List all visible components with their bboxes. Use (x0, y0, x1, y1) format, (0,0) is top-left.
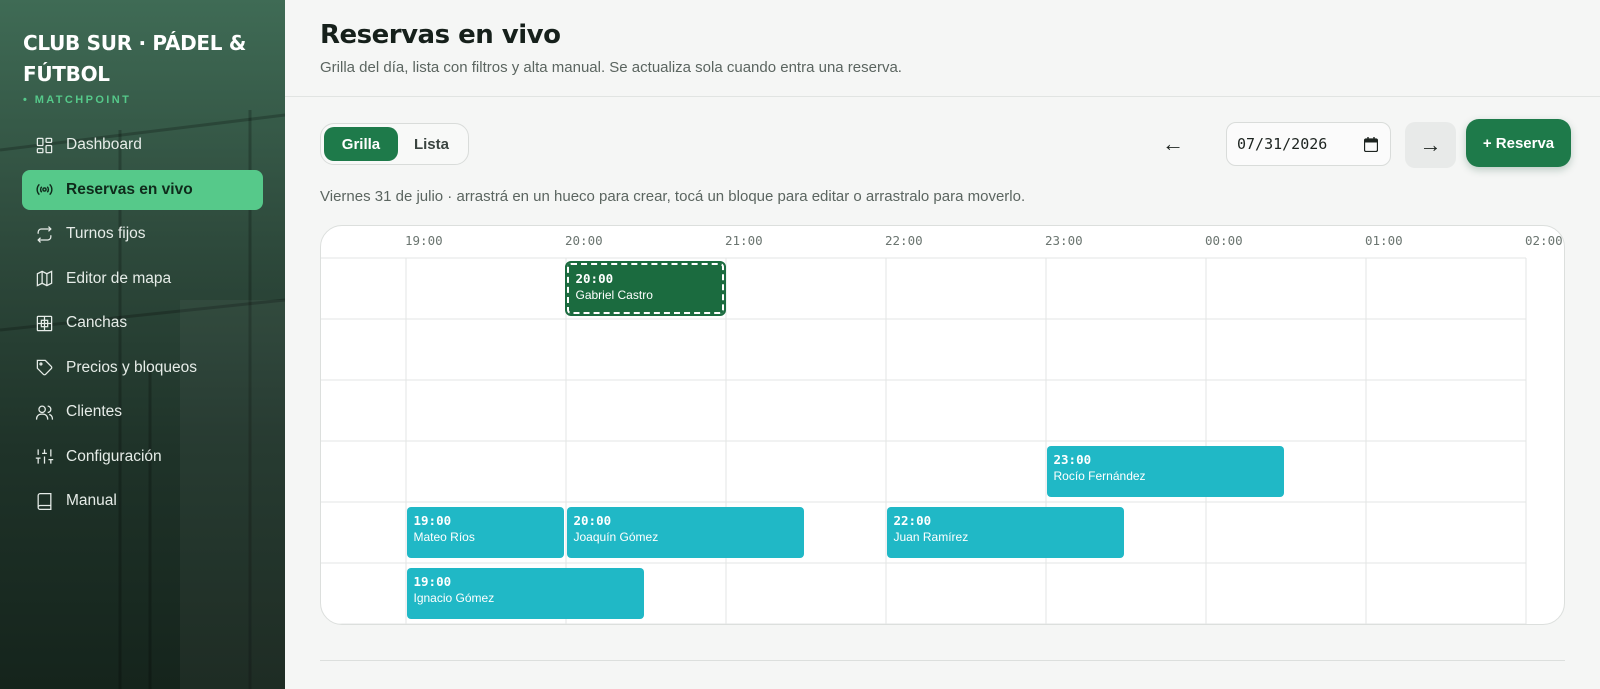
book-icon (37, 492, 52, 510)
schedule-grid[interactable]: 19:00 20:00 21:00 22:00 23:00 00:00 01:00 02:00… (320, 225, 1565, 625)
booking-client-name: Rocío Fernández (1053, 469, 1146, 483)
users-icon (35, 405, 54, 420)
booking-time: 20:00 (573, 513, 612, 528)
calendar-icon[interactable] (1364, 137, 1378, 152)
view-toggle: Grilla Lista (320, 123, 469, 165)
sidebar-item-turnos-fijos[interactable]: Turnos fijos (22, 214, 263, 254)
sidebar-item-label: Precios y bloqueos (66, 358, 197, 376)
page-title: Reservas en vivo (320, 20, 561, 50)
booking-block[interactable]: 19:00 Mateo Ríos (406, 507, 564, 558)
sidebar-item-dashboard[interactable]: Dashboard (22, 125, 263, 165)
hour-label: 23:00 (1045, 233, 1083, 248)
add-booking-button[interactable]: + Reserva (1466, 119, 1571, 167)
booking-time: 20:00 (575, 271, 614, 286)
hour-label: 01:00 (1365, 233, 1403, 248)
hour-label: 20:00 (565, 233, 603, 248)
sidebar-item-label: Manual (66, 492, 117, 509)
hour-label: 00:00 (1205, 233, 1243, 248)
view-grid-button[interactable]: Grilla (324, 127, 398, 161)
court-icon (36, 315, 53, 331)
sidebar-item-label: Dashboard (66, 136, 142, 153)
hour-label: 22:00 (885, 233, 923, 248)
next-day-button[interactable]: → (1405, 122, 1456, 168)
brand-subtitle: • MATCHPOINT (23, 94, 132, 106)
sidebar-item-label: Clientes (66, 403, 122, 420)
booking-client-name: Mateo Ríos (413, 530, 475, 544)
sidebar-item-editor-de-mapa[interactable]: Editor de mapa (22, 259, 263, 299)
sidebar-nav: Dashboard Reservas en vivo Turnos fijos … (22, 125, 263, 526)
booking-time: 19:00 (413, 513, 452, 528)
sidebar-item-configuracion[interactable]: Configuración (22, 437, 263, 477)
booking-block[interactable]: 20:00 Gabriel Castro (564, 261, 726, 316)
sidebar-item-clientes[interactable]: Clientes (22, 392, 263, 432)
booking-block[interactable]: 22:00 Juan Ramírez (886, 507, 1124, 558)
prev-day-button[interactable]: ← (1155, 128, 1191, 160)
tag-icon (36, 359, 53, 376)
sidebar-item-reservas-en-vivo[interactable]: Reservas en vivo (22, 169, 263, 210)
toolbar: Grilla Lista ← 07/31/2026 → + Reserva (320, 119, 1571, 168)
repeat-icon (37, 225, 52, 243)
view-list-button[interactable]: Lista (398, 127, 465, 161)
booking-time: 19:00 (413, 574, 452, 589)
hour-label: 02:00 (1525, 233, 1563, 248)
map-icon (36, 270, 53, 287)
booking-time: 22:00 (893, 513, 932, 528)
date-value: 07/31/2026 (1237, 135, 1328, 153)
brand-title: CLUB SUR · PÁDEL & FÚTBOL (23, 31, 247, 86)
booking-client-name: Juan Ramírez (893, 530, 969, 544)
day-hint: Viernes 31 de julio · arrastrá en un hue… (320, 188, 1026, 205)
booking-block[interactable]: 19:00 Ignacio Gómez (406, 568, 644, 619)
date-input[interactable]: 07/31/2026 (1226, 122, 1391, 166)
hour-label: 21:00 (725, 233, 763, 248)
schedule-grid-lines: 19:00 20:00 21:00 22:00 23:00 00:00 01:00 02:00 (321, 233, 1563, 624)
sidebar: CLUB SUR · PÁDEL & FÚTBOL • MATCHPOINT D… (0, 0, 285, 689)
sidebar-item-label: Editor de mapa (66, 269, 172, 287)
booking-block[interactable]: 23:00 Rocío Fernández (1046, 446, 1284, 497)
sidebar-item-label: Reservas en vivo (66, 180, 193, 198)
page-subtitle: Grilla del día, lista con filtros y alta… (320, 59, 902, 76)
booking-block[interactable]: 20:00 Joaquín Gómez (566, 507, 804, 558)
sidebar-item-label: Turnos fijos (66, 225, 146, 242)
booking-client-name: Gabriel Castro (575, 288, 653, 302)
divider (320, 660, 1565, 661)
sidebar-item-canchas[interactable]: Canchas (22, 303, 263, 343)
sliders-icon (35, 449, 54, 464)
page-header: Reservas en vivo Grilla del día, lista c… (285, 0, 1600, 97)
brand: CLUB SUR · PÁDEL & FÚTBOL • MATCHPOINT (23, 28, 263, 106)
sidebar-item-precios-y-bloqueos[interactable]: Precios y bloqueos (22, 348, 263, 388)
broadcast-icon (36, 183, 53, 196)
dashboard-icon (36, 137, 53, 153)
sidebar-item-label: Configuración (66, 447, 162, 465)
sidebar-item-label: Canchas (66, 314, 128, 331)
booking-client-name: Joaquín Gómez (573, 530, 659, 544)
main-content: Reservas en vivo Grilla del día, lista c… (285, 0, 1600, 689)
booking-time: 23:00 (1053, 452, 1092, 467)
booking-client-name: Ignacio Gómez (413, 591, 495, 605)
hour-label: 19:00 (405, 233, 443, 248)
sidebar-item-manual[interactable]: Manual (22, 481, 263, 521)
